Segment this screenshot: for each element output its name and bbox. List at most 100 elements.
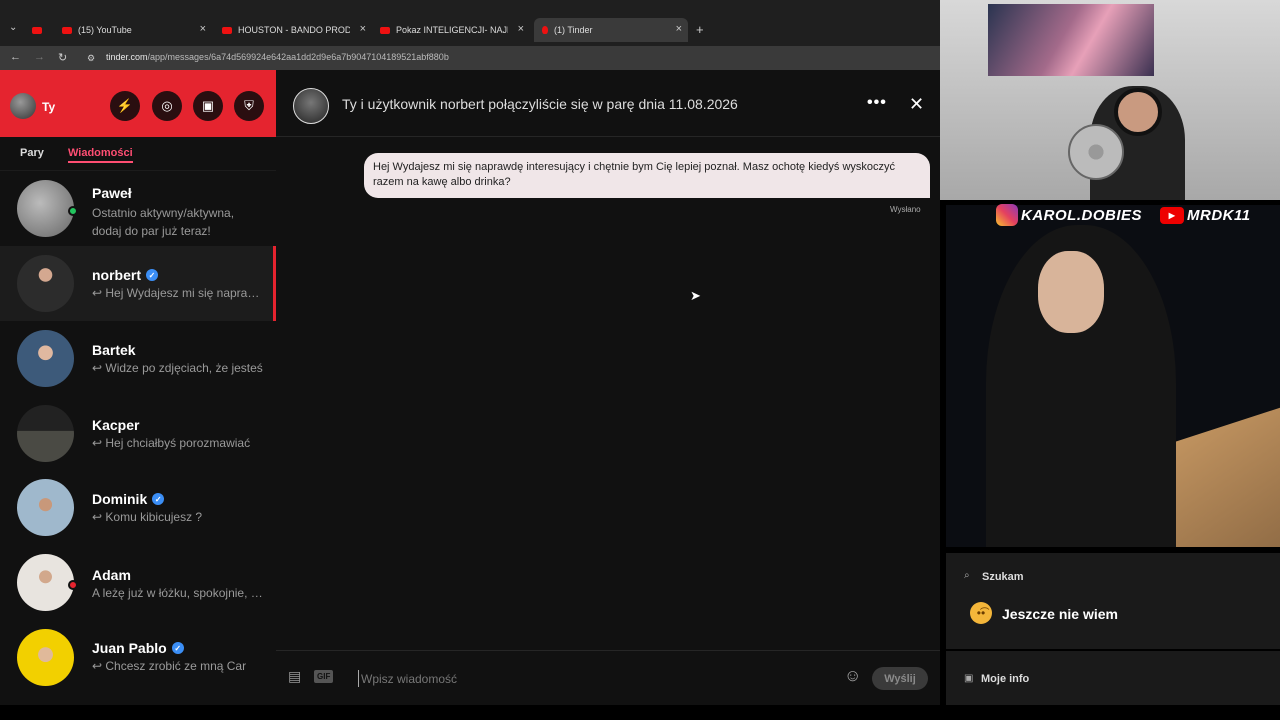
- tab-pokaz[interactable]: Pokaz INTELIGENCJI- NAJLEPSZ ×: [380, 18, 530, 42]
- profile-name[interactable]: Ty: [42, 100, 55, 114]
- shield-icon[interactable]: ⛨: [234, 91, 264, 121]
- list-item[interactable]: norbert ✓ ↩ Hej Wydajesz mi się naprawdę …: [0, 246, 276, 321]
- conversation-preview: ↩ Widze po zdjęciach, że jesteś: [92, 361, 263, 375]
- chat-header: Ty i użytkownik norbert połączyliście si…: [276, 70, 940, 137]
- instagram-handle: KAROL.DOBIES: [996, 204, 1142, 226]
- looking-for-label: Szukam: [982, 571, 1024, 583]
- gif-button[interactable]: GIF: [314, 670, 334, 683]
- contact-card-icon[interactable]: ▤: [288, 668, 301, 685]
- profile-info-panel: ⌕ Szukam •͡• Jeszcze nie wiem ▣ Moje inf…: [946, 553, 1280, 705]
- status-indicator: [68, 580, 78, 590]
- avatar[interactable]: [293, 88, 329, 124]
- youtube-icon: ▶: [1160, 206, 1185, 224]
- divider: [946, 649, 1280, 651]
- forward-icon[interactable]: →: [34, 51, 45, 63]
- message-bubble: Hej Wydajesz mi się naprawdę interesując…: [364, 153, 930, 198]
- conversation-name: Juan Pablo ✓: [92, 640, 184, 656]
- name-text: Dominik: [92, 491, 148, 507]
- face: [1038, 251, 1104, 333]
- tab-houston[interactable]: HOUSTON - BANDO PROD. PIE ×: [222, 18, 372, 42]
- tab-title: (1) Tinder: [554, 25, 593, 35]
- close-tab-icon[interactable]: ×: [518, 23, 524, 35]
- close-icon[interactable]: ✕: [909, 94, 924, 115]
- url-field[interactable]: tinder.com/app/messages/6a74d569924e642a…: [106, 52, 449, 62]
- more-options-icon[interactable]: •••: [867, 94, 887, 112]
- mouse-cursor-icon: ➤: [690, 288, 701, 303]
- tab-title: Pokaz INTELIGENCJI- NAJLEPSZ: [396, 25, 508, 35]
- tab-title: HOUSTON - BANDO PROD. PIE: [238, 25, 350, 35]
- list-item[interactable]: Juan Pablo ✓ ↩ Chcesz zrobić ze mną Car: [0, 620, 276, 695]
- tinder-flame-icon: [542, 26, 548, 34]
- avatar[interactable]: [10, 93, 36, 119]
- message-composer: ▤ GIF ☺ Wyślij: [276, 650, 940, 705]
- sidebar: Ty ⚡ ◎ ▣ ⛨ Pary Wiadomości Paweł Ostatni…: [0, 70, 276, 705]
- match-info: Ty i użytkownik norbert połączyliście si…: [342, 96, 738, 112]
- conversation-name: Adam: [92, 567, 131, 583]
- name-text: Juan Pablo: [92, 640, 167, 656]
- browser-tab-bar: ⌄ (15) YouTube × HOUSTON - BANDO PROD. P…: [0, 0, 940, 46]
- boost-icon[interactable]: ⚡: [110, 91, 140, 121]
- address-bar: ← → ↻ ⚙ tinder.com/app/messages/6a74d569…: [0, 46, 940, 70]
- avatar: [17, 479, 74, 536]
- name-text: Paweł: [92, 185, 132, 201]
- list-item[interactable]: Paweł Ostatnio aktywny/aktywna, dodaj do…: [0, 171, 276, 246]
- youtube-icon: [32, 26, 42, 34]
- thinking-emoji-icon: •͡•: [970, 602, 992, 624]
- reload-icon[interactable]: ↻: [58, 51, 67, 64]
- explore-compass-icon[interactable]: ◎: [152, 91, 182, 121]
- list-item[interactable]: Bartek ↩ Widze po zdjęciach, że jesteś: [0, 321, 276, 396]
- url-host: tinder.com: [106, 52, 148, 62]
- avatar: [17, 255, 74, 312]
- site-info-icon[interactable]: ⚙: [87, 53, 95, 64]
- tab-messages[interactable]: Wiadomości: [68, 147, 133, 163]
- looking-for-value: Jeszcze nie wiem: [1002, 606, 1118, 622]
- emoji-icon[interactable]: ☺: [844, 666, 861, 686]
- briefcase-icon[interactable]: ▣: [193, 91, 223, 121]
- name-text: Kacper: [92, 417, 140, 433]
- name-text: Adam: [92, 567, 131, 583]
- conversation-preview: A leżę już w łóżku, spokojnie, dobranoc: [92, 586, 266, 600]
- avatar: [17, 180, 74, 237]
- list-item[interactable]: Adam A leżę już w łóżku, spokojnie, dobr…: [0, 545, 276, 620]
- conversation-name: Paweł: [92, 185, 132, 201]
- close-tab-icon[interactable]: ×: [360, 23, 366, 35]
- close-tab-icon[interactable]: ×: [676, 23, 682, 35]
- conversation-name: norbert ✓: [92, 267, 158, 283]
- conversation-name: Dominik ✓: [92, 491, 165, 507]
- my-info-label: Moje info: [981, 673, 1030, 685]
- new-tab-icon[interactable]: +: [696, 22, 704, 37]
- close-tab-icon[interactable]: ×: [200, 23, 206, 35]
- online-indicator: [68, 206, 78, 216]
- tab-list-chevron-icon[interactable]: ⌄: [9, 22, 17, 33]
- tab-title: (15) YouTube: [78, 25, 132, 35]
- send-button[interactable]: Wyślij: [872, 667, 928, 690]
- sidebar-tabs: Pary Wiadomości: [0, 137, 276, 171]
- conversation-preview: ↩ Hej Wydajesz mi się naprawdę interesuj…: [92, 286, 266, 300]
- avatar: [17, 405, 74, 462]
- conversation-preview: ↩ Hej chciałbyś porozmawiać: [92, 436, 251, 450]
- conversation-name: Bartek: [92, 342, 136, 358]
- headset: [1114, 88, 1162, 136]
- message-status: Wysłano: [890, 205, 921, 214]
- list-item[interactable]: Kacper ↩ Hej chciałbyś porozmawiać: [0, 396, 276, 471]
- tab-matches[interactable]: Pary: [20, 147, 44, 159]
- social-handles: KAROL.DOBIES ▶ MRDK11: [996, 204, 1251, 226]
- youtube-handle: ▶ MRDK11: [1160, 206, 1251, 224]
- name-text: norbert: [92, 267, 141, 283]
- back-icon[interactable]: ←: [10, 51, 21, 63]
- url-path: /app/messages/6a74d569924e642aa1dd2d9e6a…: [147, 52, 449, 62]
- tab-youtube[interactable]: (15) YouTube ×: [62, 18, 212, 42]
- avatar: [17, 330, 74, 387]
- tab-pinned[interactable]: [32, 18, 52, 42]
- conversation-preview: Ostatnio aktywny/aktywna, dodaj do par j…: [92, 206, 235, 238]
- verified-badge-icon: ✓: [171, 642, 184, 654]
- info-icon: ▣: [964, 673, 974, 684]
- guest-webcam: [946, 205, 1280, 547]
- message-input[interactable]: [358, 670, 828, 687]
- verified-badge-icon: ✓: [146, 269, 158, 281]
- list-item[interactable]: Dominik ✓ ↩ Komu kibicujesz ?: [0, 470, 276, 545]
- youtube-name: MRDK11: [1187, 206, 1251, 224]
- tab-tinder[interactable]: (1) Tinder ×: [534, 18, 688, 42]
- conversation-name: Kacper: [92, 417, 139, 433]
- conversation-preview: ↩ Chcesz zrobić ze mną Car: [92, 659, 247, 673]
